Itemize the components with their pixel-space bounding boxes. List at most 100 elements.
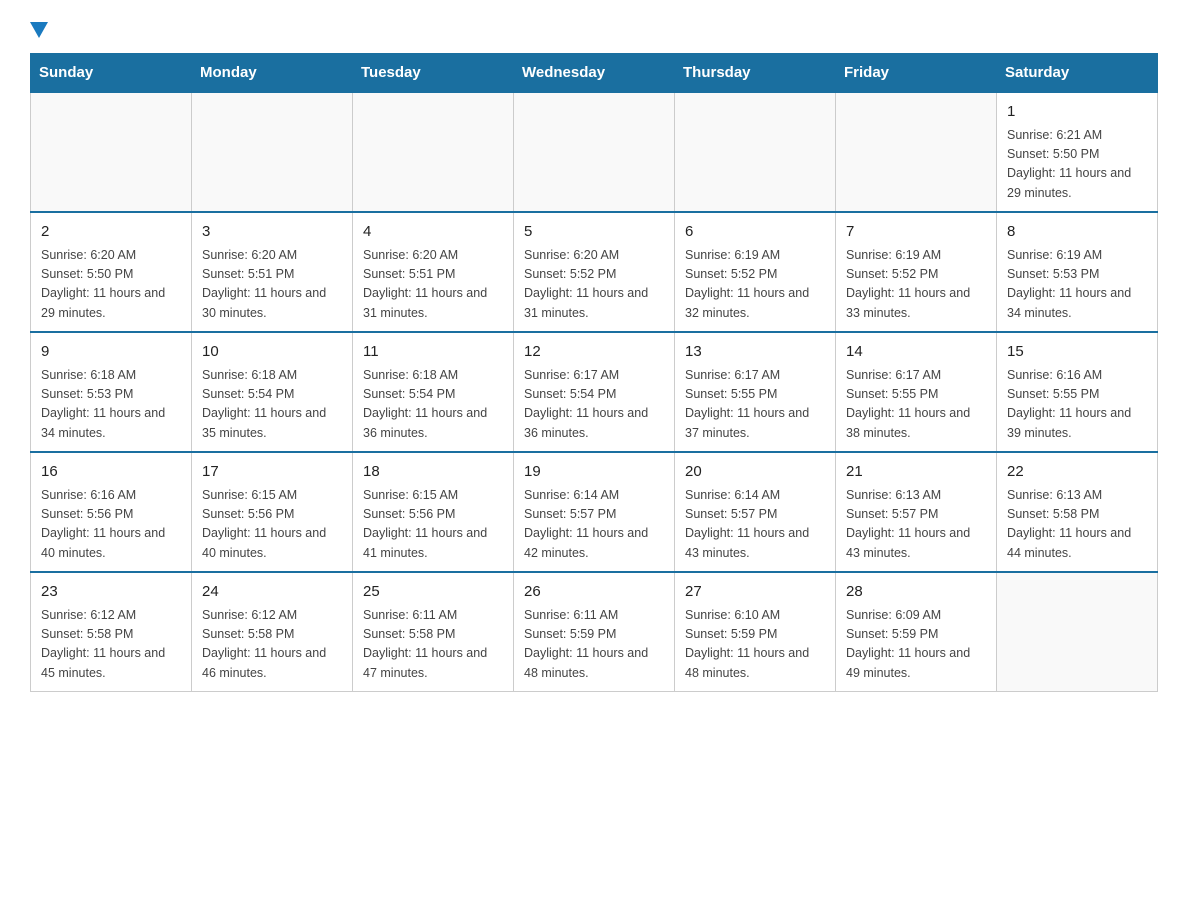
day-number: 10 [202,341,342,364]
day-info: Daylight: 11 hours and 43 minutes. [685,524,825,563]
calendar-cell: 24Sunrise: 6:12 AMSunset: 5:58 PMDayligh… [192,572,353,692]
day-info: Sunrise: 6:15 AM [363,486,503,505]
day-info: Daylight: 11 hours and 30 minutes. [202,284,342,323]
day-info: Sunrise: 6:14 AM [524,486,664,505]
day-number: 18 [363,461,503,484]
day-info: Daylight: 11 hours and 34 minutes. [41,404,181,443]
day-info: Sunset: 5:57 PM [524,505,664,524]
day-info: Sunrise: 6:17 AM [524,366,664,385]
calendar-cell: 18Sunrise: 6:15 AMSunset: 5:56 PMDayligh… [353,452,514,572]
calendar-cell [353,92,514,212]
day-info: Sunrise: 6:16 AM [41,486,181,505]
calendar-cell: 8Sunrise: 6:19 AMSunset: 5:53 PMDaylight… [997,212,1158,332]
calendar-cell: 10Sunrise: 6:18 AMSunset: 5:54 PMDayligh… [192,332,353,452]
day-number: 3 [202,221,342,244]
day-info: Sunrise: 6:20 AM [41,246,181,265]
day-info: Sunset: 5:58 PM [202,625,342,644]
day-info: Daylight: 11 hours and 38 minutes. [846,404,986,443]
day-number: 21 [846,461,986,484]
day-info: Sunrise: 6:17 AM [846,366,986,385]
calendar-cell [675,92,836,212]
day-info: Sunrise: 6:17 AM [685,366,825,385]
logo-triangle-icon [30,22,48,45]
calendar-week-row: 9Sunrise: 6:18 AMSunset: 5:53 PMDaylight… [31,332,1158,452]
header-thursday: Thursday [675,54,836,93]
day-info: Sunrise: 6:19 AM [846,246,986,265]
header-friday: Friday [836,54,997,93]
calendar-cell: 26Sunrise: 6:11 AMSunset: 5:59 PMDayligh… [514,572,675,692]
day-info: Sunrise: 6:12 AM [202,606,342,625]
calendar-cell: 1Sunrise: 6:21 AMSunset: 5:50 PMDaylight… [997,92,1158,212]
day-info: Daylight: 11 hours and 49 minutes. [846,644,986,683]
day-info: Sunset: 5:50 PM [1007,145,1147,164]
header-wednesday: Wednesday [514,54,675,93]
day-number: 7 [846,221,986,244]
day-info: Daylight: 11 hours and 35 minutes. [202,404,342,443]
calendar-cell: 4Sunrise: 6:20 AMSunset: 5:51 PMDaylight… [353,212,514,332]
day-info: Sunset: 5:54 PM [524,385,664,404]
day-info: Sunset: 5:55 PM [1007,385,1147,404]
day-number: 1 [1007,101,1147,124]
day-info: Sunrise: 6:13 AM [1007,486,1147,505]
calendar-cell [997,572,1158,692]
calendar-cell: 22Sunrise: 6:13 AMSunset: 5:58 PMDayligh… [997,452,1158,572]
day-info: Daylight: 11 hours and 36 minutes. [363,404,503,443]
day-info: Daylight: 11 hours and 31 minutes. [363,284,503,323]
day-info: Sunrise: 6:11 AM [524,606,664,625]
day-info: Sunrise: 6:13 AM [846,486,986,505]
calendar-cell: 13Sunrise: 6:17 AMSunset: 5:55 PMDayligh… [675,332,836,452]
day-number: 15 [1007,341,1147,364]
day-info: Sunset: 5:51 PM [202,265,342,284]
day-number: 25 [363,581,503,604]
day-info: Sunrise: 6:11 AM [363,606,503,625]
day-number: 11 [363,341,503,364]
day-number: 9 [41,341,181,364]
calendar-cell: 25Sunrise: 6:11 AMSunset: 5:58 PMDayligh… [353,572,514,692]
calendar-week-row: 16Sunrise: 6:16 AMSunset: 5:56 PMDayligh… [31,452,1158,572]
day-info: Sunrise: 6:18 AM [41,366,181,385]
calendar-cell: 11 Sunrise: 6:18 AMSunset: 5:54 PMDayligh… [353,332,514,452]
calendar-cell: 14Sunrise: 6:17 AMSunset: 5:55 PMDayligh… [836,332,997,452]
day-info: Sunset: 5:53 PM [1007,265,1147,284]
day-info: Sunset: 5:58 PM [1007,505,1147,524]
day-info: Sunrise: 6:21 AM [1007,126,1147,145]
day-number: 14 [846,341,986,364]
calendar-cell [836,92,997,212]
day-info: Daylight: 11 hours and 34 minutes. [1007,284,1147,323]
day-info: Daylight: 11 hours and 40 minutes. [202,524,342,563]
day-info: Daylight: 11 hours and 41 minutes. [363,524,503,563]
day-info: Daylight: 11 hours and 48 minutes. [524,644,664,683]
day-info: Sunset: 5:55 PM [685,385,825,404]
page-header [30,20,1158,43]
day-info: Daylight: 11 hours and 29 minutes. [41,284,181,323]
day-number: 22 [1007,461,1147,484]
calendar-cell: 27Sunrise: 6:10 AMSunset: 5:59 PMDayligh… [675,572,836,692]
calendar-table: Sunday Monday Tuesday Wednesday Thursday… [30,53,1158,692]
logo [30,20,48,43]
day-info: Sunset: 5:54 PM [363,385,503,404]
calendar-week-row: 2Sunrise: 6:20 AMSunset: 5:50 PMDaylight… [31,212,1158,332]
day-info: Daylight: 11 hours and 42 minutes. [524,524,664,563]
calendar-cell: 16 Sunrise: 6:16 AMSunset: 5:56 PMDayligh… [31,452,192,572]
calendar-cell: 5Sunrise: 6:20 AMSunset: 5:52 PMDaylight… [514,212,675,332]
day-info: Sunset: 5:59 PM [685,625,825,644]
day-info: Sunset: 5:56 PM [202,505,342,524]
calendar-cell: 21Sunrise: 6:13 AMSunset: 5:57 PMDayligh… [836,452,997,572]
calendar-cell: 9 Sunrise: 6:18 AMSunset: 5:53 PMDaylight… [31,332,192,452]
day-info: Sunrise: 6:10 AM [685,606,825,625]
day-info: Sunset: 5:53 PM [41,385,181,404]
day-number: 8 [1007,221,1147,244]
day-info: Sunrise: 6:12 AM [41,606,181,625]
day-number: 27 [685,581,825,604]
day-info: Sunrise: 6:20 AM [524,246,664,265]
day-number: 16 [41,461,181,484]
calendar-cell: 19Sunrise: 6:14 AMSunset: 5:57 PMDayligh… [514,452,675,572]
day-info: Daylight: 11 hours and 37 minutes. [685,404,825,443]
day-info: Sunset: 5:58 PM [41,625,181,644]
day-info: Daylight: 11 hours and 40 minutes. [41,524,181,563]
day-info: Sunrise: 6:18 AM [202,366,342,385]
day-info: Sunrise: 6:19 AM [685,246,825,265]
day-info: Sunrise: 6:18 AM [363,366,503,385]
calendar-cell: 6Sunrise: 6:19 AMSunset: 5:52 PMDaylight… [675,212,836,332]
day-info: Sunset: 5:56 PM [41,505,181,524]
